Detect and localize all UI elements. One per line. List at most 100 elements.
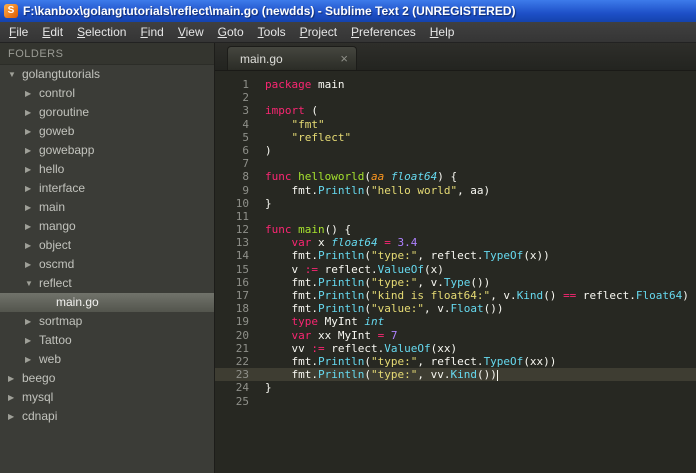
code-line-20[interactable]: 20 var xx MyInt = 7	[215, 329, 696, 342]
menu-file[interactable]: File	[2, 23, 35, 41]
menu-tools[interactable]: Tools	[251, 23, 293, 41]
menu-accelerator: T	[257, 25, 264, 39]
folder-item-interface[interactable]: ▶ interface	[0, 179, 214, 198]
menu-project[interactable]: Project	[293, 23, 344, 41]
folder-item-sortmap[interactable]: ▶ sortmap	[0, 312, 214, 331]
code-line-1[interactable]: 1 package main	[215, 78, 696, 91]
folder-item-hello[interactable]: ▶ hello	[0, 160, 214, 179]
chevron-down-icon[interactable]: ▼	[25, 274, 39, 293]
code-line-24[interactable]: 24}	[215, 381, 696, 394]
code-line-14[interactable]: 14 fmt.Println("type:", reflect.TypeOf(x…	[215, 249, 696, 262]
folder-item-main[interactable]: ▶ main	[0, 198, 214, 217]
code-line-12[interactable]: 12 func main() {	[215, 223, 696, 236]
code-text: )	[265, 143, 272, 157]
code-line-19[interactable]: 19 type MyInt int	[215, 315, 696, 328]
folder-item-web[interactable]: ▶ web	[0, 350, 214, 369]
code-line-4[interactable]: 4 "fmt"	[215, 118, 696, 131]
folder-item-cdnapi[interactable]: ▶ cdnapi	[0, 407, 214, 426]
code-line-2[interactable]: 2	[215, 91, 696, 104]
folder-item-golangtutorials[interactable]: ▼ golangtutorials	[0, 65, 214, 84]
code-line-7[interactable]: 7	[215, 157, 696, 170]
folder-item-object[interactable]: ▶ object	[0, 236, 214, 255]
code-line-17[interactable]: 17 fmt.Println("kind is float64:", v.Kin…	[215, 289, 696, 302]
tree-item-label: mysql	[22, 390, 54, 404]
code-line-3[interactable]: 3 import (	[215, 104, 696, 117]
line-number: 23	[235, 368, 249, 382]
code-line-6[interactable]: 6)	[215, 144, 696, 157]
code-line-23[interactable]: 23 fmt.Println("type:", vv.Kind())	[215, 368, 696, 382]
code-line-25[interactable]: 25	[215, 395, 696, 408]
code-line-10[interactable]: 10}	[215, 197, 696, 210]
chevron-right-icon[interactable]: ▶	[8, 369, 22, 388]
code-line-21[interactable]: 21 vv := reflect.ValueOf(xx)	[215, 342, 696, 355]
code-line-11[interactable]: 11	[215, 210, 696, 223]
chevron-right-icon[interactable]: ▶	[8, 407, 22, 426]
chevron-down-icon[interactable]: ▼	[8, 65, 22, 84]
line-number: 15	[235, 262, 249, 276]
code-line-16[interactable]: 16 fmt.Println("type:", v.Type())	[215, 276, 696, 289]
line-number: 1	[242, 78, 249, 91]
tree-item-label: main.go	[56, 295, 99, 309]
menu-edit[interactable]: Edit	[35, 23, 70, 41]
folder-item-oscmd[interactable]: ▶ oscmd	[0, 255, 214, 274]
folder-item-mango[interactable]: ▶ mango	[0, 217, 214, 236]
code-text: fmt.Println("type:", vv.Kind())	[265, 368, 498, 382]
code-line-9[interactable]: 9 fmt.Println("hello world", aa)	[215, 184, 696, 197]
chevron-right-icon[interactable]: ▶	[25, 217, 39, 236]
menu-preferences[interactable]: Preferences	[344, 23, 423, 41]
folder-item-mysql[interactable]: ▶ mysql	[0, 388, 214, 407]
menu-accelerator: P	[351, 25, 360, 39]
code-text: fmt.Println("hello world", aa)	[265, 183, 491, 197]
chevron-right-icon[interactable]: ▶	[25, 160, 39, 179]
folder-item-goroutine[interactable]: ▶ goroutine	[0, 103, 214, 122]
chevron-right-icon[interactable]: ▶	[8, 388, 22, 407]
file-item-main.go[interactable]: main.go	[0, 293, 214, 312]
chevron-right-icon[interactable]: ▶	[25, 255, 39, 274]
menu-find[interactable]: Find	[133, 23, 170, 41]
main-area: FOLDERS ▼ golangtutorials ▶ control ▶ gorouti…	[0, 43, 696, 473]
chevron-right-icon[interactable]: ▶	[25, 122, 39, 141]
chevron-right-icon[interactable]: ▶	[25, 198, 39, 217]
tree-item-label: goweb	[39, 124, 75, 138]
line-number: 24	[235, 381, 249, 395]
tree-item-label: main	[39, 200, 66, 214]
chevron-right-icon[interactable]: ▶	[25, 312, 39, 331]
folder-item-control[interactable]: ▶ control	[0, 84, 214, 103]
code-text: fmt.Println("type:", v.Type())	[265, 275, 491, 289]
folder-item-beego[interactable]: ▶ beego	[0, 369, 214, 388]
code-line-13[interactable]: 13 var x float64 = 3.4	[215, 236, 696, 249]
folder-item-reflect[interactable]: ▼ reflect	[0, 274, 214, 293]
folder-item-goweb[interactable]: ▶ goweb	[0, 122, 214, 141]
tab-close-icon[interactable]: ×	[340, 51, 348, 66]
menu-view[interactable]: View	[171, 23, 211, 41]
code-line-8[interactable]: 8 func helloworld(aa float64) {	[215, 170, 696, 183]
chevron-right-icon[interactable]: ▶	[25, 103, 39, 122]
code-line-18[interactable]: 18 fmt.Println("value:", v.Float())	[215, 302, 696, 315]
chevron-right-icon[interactable]: ▶	[25, 141, 39, 160]
chevron-right-icon[interactable]: ▶	[25, 236, 39, 255]
code-line-22[interactable]: 22 fmt.Println("type:", reflect.TypeOf(x…	[215, 355, 696, 368]
line-number: 16	[235, 275, 249, 289]
tab-main-go[interactable]: main.go ×	[227, 46, 357, 70]
code-text: func main() {	[265, 223, 352, 237]
code-line-15[interactable]: 15 v := reflect.ValueOf(x)	[215, 263, 696, 276]
code-line-5[interactable]: 5 "reflect"	[215, 131, 696, 144]
sublime-window: S F:\kanbox\golangtutorials\reflect\main…	[0, 0, 696, 473]
chevron-right-icon[interactable]: ▶	[25, 179, 39, 198]
chevron-right-icon[interactable]: ▶	[25, 350, 39, 369]
menu-goto[interactable]: Goto	[211, 23, 251, 41]
code-text: type MyInt int	[291, 315, 385, 329]
line-number: 20	[235, 328, 249, 342]
chevron-right-icon[interactable]: ▶	[25, 331, 39, 350]
line-number: 11	[235, 209, 249, 223]
folder-item-tattoo[interactable]: ▶ Tattoo	[0, 331, 214, 350]
titlebar[interactable]: S F:\kanbox\golangtutorials\reflect\main…	[0, 0, 696, 22]
chevron-right-icon[interactable]: ▶	[25, 84, 39, 103]
menu-help[interactable]: Help	[423, 23, 462, 41]
menu-accelerator: V	[177, 25, 186, 39]
code-editor[interactable]: 1 package main 2 3 import (4 "fmt" 5 "reflect…	[215, 71, 696, 473]
line-number: 8	[242, 170, 249, 184]
folder-item-gowebapp[interactable]: ▶ gowebapp	[0, 141, 214, 160]
menu-selection[interactable]: Selection	[70, 23, 133, 41]
line-number: 17	[235, 289, 249, 302]
